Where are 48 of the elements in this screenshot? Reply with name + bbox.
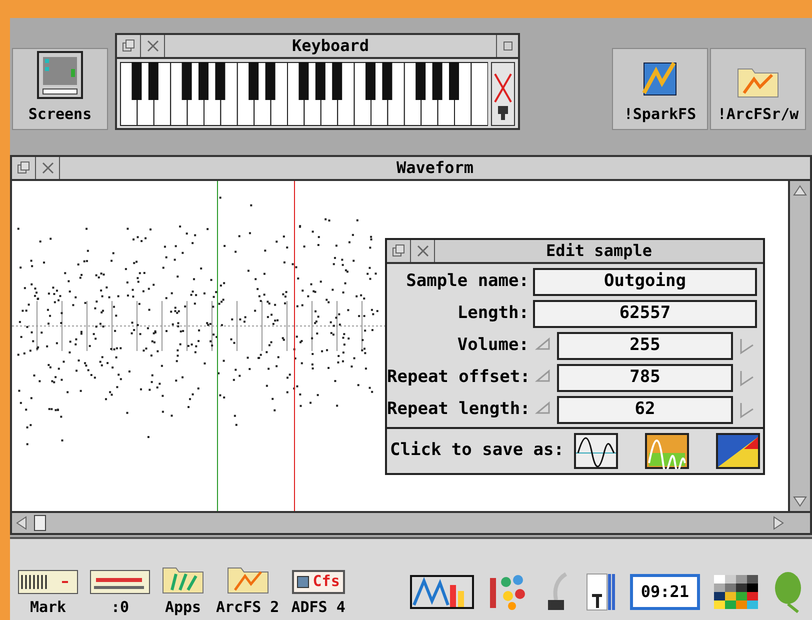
icon-label: ADFS 4 xyxy=(291,596,346,618)
save-label: Click to save as: xyxy=(390,439,564,462)
number-field[interactable]: 62 xyxy=(557,396,733,424)
field-label: Volume: xyxy=(456,334,530,357)
text-field[interactable]: 62557 xyxy=(533,300,757,328)
close-icon[interactable] xyxy=(416,244,430,258)
meter-icon[interactable] xyxy=(90,570,150,594)
horizontal-scrollbar[interactable] xyxy=(12,511,810,533)
level-indicator-icon[interactable] xyxy=(18,570,78,594)
close-icon[interactable] xyxy=(146,39,160,53)
toggle-size-icon[interactable] xyxy=(502,40,514,52)
icon-label: :0 xyxy=(110,596,130,618)
desktop-icon[interactable]: Screens xyxy=(12,48,108,130)
window-title: Waveform xyxy=(396,157,474,179)
paint-palette-icon[interactable] xyxy=(488,572,528,612)
drive-icon[interactable]: Cfs xyxy=(292,570,345,594)
mute-icon[interactable] xyxy=(491,62,515,126)
window-title: Edit sample xyxy=(546,240,652,262)
scroll-thumb[interactable] xyxy=(34,515,46,531)
back-icon[interactable] xyxy=(16,161,30,175)
colour-grid-icon[interactable] xyxy=(714,575,758,609)
end-marker-line[interactable] xyxy=(294,181,295,511)
wave-file-icon[interactable] xyxy=(574,433,618,469)
field-label: Repeat offset: xyxy=(387,366,532,389)
field-label: Sample name: xyxy=(405,270,530,293)
back-icon[interactable] xyxy=(392,244,406,258)
close-icon[interactable] xyxy=(40,161,54,175)
field-label: Length: xyxy=(456,302,530,325)
window-title: Keyboard xyxy=(292,35,370,57)
back-icon[interactable] xyxy=(122,39,136,53)
field-label: Repeat length: xyxy=(387,398,532,421)
chart-app-icon[interactable] xyxy=(410,575,474,609)
clock[interactable]: 09:21 xyxy=(630,574,700,610)
number-field[interactable]: 255 xyxy=(557,332,733,360)
text-editor-icon[interactable] xyxy=(586,572,616,612)
logo-file-icon[interactable] xyxy=(716,433,760,469)
start-marker-line[interactable] xyxy=(217,181,218,511)
desktop-icon[interactable]: !SparkFS xyxy=(612,48,708,130)
colour-wave-file-icon[interactable] xyxy=(645,433,689,469)
icon-label: ArcFS 2 xyxy=(216,596,280,618)
number-field[interactable]: 785 xyxy=(557,364,733,392)
icon-label: Mark xyxy=(30,596,66,618)
icon-label: Apps xyxy=(164,596,202,618)
desktop-icon[interactable]: !ArcFSr/w xyxy=(710,48,806,130)
piano-keyboard-drawing[interactable] xyxy=(120,62,488,126)
text-field[interactable]: Outgoing xyxy=(533,268,757,296)
vertical-scrollbar[interactable] xyxy=(788,181,810,511)
monitor-icon xyxy=(37,50,83,98)
